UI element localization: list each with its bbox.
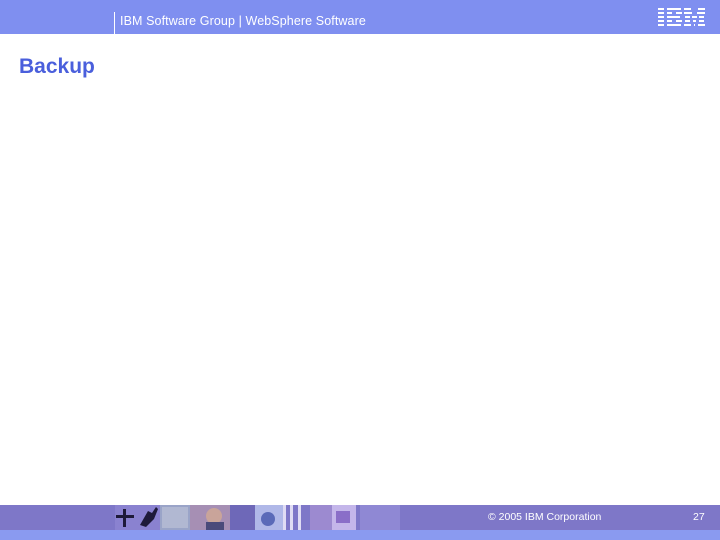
- page-number: 27: [693, 511, 705, 523]
- copyright-text: © 2005 IBM Corporation: [488, 511, 602, 523]
- ibm-logo-icon: [658, 8, 705, 26]
- header-title: IBM Software Group | WebSphere Software: [120, 14, 366, 28]
- header-divider: [114, 12, 115, 34]
- slide-title: Backup: [19, 55, 95, 78]
- slide-header: IBM Software Group | WebSphere Software: [0, 0, 720, 34]
- slide-footer: © 2005 IBM Corporation 27: [0, 505, 720, 530]
- photo-collage-icon: [110, 505, 410, 530]
- footer-strip: [0, 530, 720, 540]
